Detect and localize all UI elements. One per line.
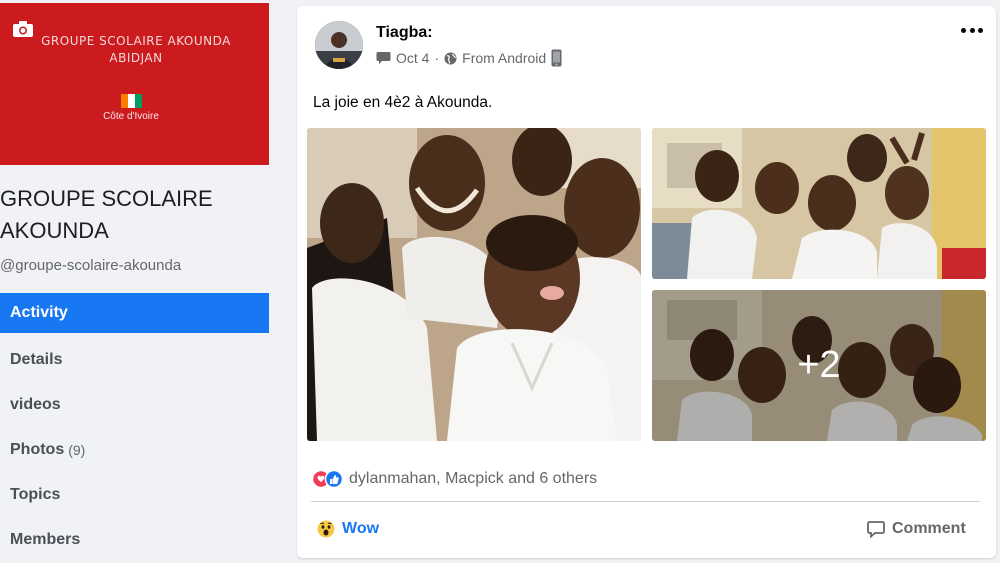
- post-photo-2[interactable]: [652, 128, 986, 279]
- group-nav: Activity Details videos Photos (9) Topics…: [0, 293, 269, 562]
- comment-button[interactable]: Comment: [867, 520, 966, 538]
- post-author[interactable]: Tiagba:: [376, 24, 433, 42]
- post-card: Tiagba: Oct 4 · From Android La joie en …: [297, 6, 996, 558]
- post-photo-1[interactable]: [307, 128, 641, 441]
- cover-org-name: GROUPE SCOLAIRE AKOUNDA ABIDJAN: [0, 33, 272, 67]
- nav-count: (9): [68, 441, 86, 458]
- nav-item-topics[interactable]: Topics: [0, 472, 269, 517]
- cover-country: Côte d'Ivoire: [103, 111, 159, 122]
- wow-button[interactable]: Wow: [317, 520, 379, 538]
- post-photo-3[interactable]: +2: [652, 290, 986, 441]
- more-photos-overlay[interactable]: +2: [652, 290, 986, 441]
- reactions-summary[interactable]: dylanmahan, Macpick and 6 others: [312, 469, 597, 489]
- cover-org-line2: ABIDJAN: [109, 51, 163, 65]
- post-source: From Android: [462, 50, 547, 66]
- post-meta: Oct 4 · From Android: [376, 49, 562, 67]
- post-options-icon[interactable]: [961, 23, 983, 37]
- wow-emoji-icon: [317, 520, 335, 538]
- nav-item-activity[interactable]: Activity: [0, 293, 269, 333]
- nav-item-videos[interactable]: videos: [0, 382, 269, 427]
- comment-label: Comment: [892, 520, 966, 537]
- nav-label: Activity: [10, 304, 68, 321]
- group-title: GROUPE SCOLAIRE AKOUNDA: [0, 186, 213, 243]
- post-date[interactable]: Oct 4: [396, 50, 429, 66]
- cover-org-line1: GROUPE SCOLAIRE AKOUNDA: [41, 34, 231, 48]
- group-sidebar: GROUPE SCOLAIRE AKOUNDA ABIDJAN Côte d'I…: [0, 0, 275, 563]
- comment-bubble-icon: [376, 52, 391, 64]
- phone-icon: [551, 49, 562, 67]
- globe-icon: [444, 52, 457, 64]
- wow-label: Wow: [342, 520, 380, 537]
- nav-label: Members: [10, 530, 81, 548]
- nav-label: Topics: [10, 485, 61, 503]
- author-avatar[interactable]: [315, 21, 363, 69]
- nav-item-members[interactable]: Members: [0, 517, 269, 562]
- post-text: La joie en 4è2 à Akounda.: [313, 94, 493, 111]
- separator-dot: ·: [434, 50, 440, 66]
- nav-label: Photos: [10, 440, 65, 458]
- nav-item-details[interactable]: Details: [0, 337, 269, 382]
- ivory-coast-flag-icon: [121, 94, 142, 108]
- reactions-text: dylanmahan, Macpick and 6 others: [349, 470, 598, 487]
- reaction-icons: [312, 469, 344, 489]
- group-cover-photo[interactable]: GROUPE SCOLAIRE AKOUNDA ABIDJAN Côte d'I…: [0, 3, 269, 165]
- group-handle: @groupe-scolaire-akounda: [0, 257, 182, 274]
- post-divider: [311, 501, 980, 502]
- nav-label: videos: [10, 395, 61, 413]
- comment-icon: [867, 521, 885, 538]
- nav-item-photos[interactable]: Photos (9): [0, 427, 269, 472]
- nav-label: Details: [10, 350, 63, 368]
